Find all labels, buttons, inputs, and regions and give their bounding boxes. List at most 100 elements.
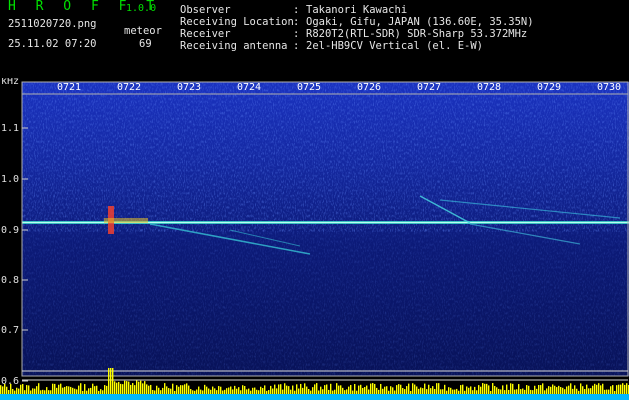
level-bar: [350, 384, 352, 394]
level-bar: [98, 390, 100, 394]
level-bar: [560, 387, 562, 394]
level-bar: [456, 388, 458, 394]
level-bar: [24, 390, 26, 394]
level-bar: [16, 387, 18, 394]
level-bar: [558, 385, 560, 394]
level-bar: [446, 390, 448, 394]
time-tick-label: 0726: [357, 82, 381, 93]
level-bar: [196, 389, 198, 394]
level-bar: [462, 384, 464, 394]
level-bar: [28, 385, 30, 394]
level-bar: [594, 383, 596, 394]
level-bar: [496, 387, 498, 394]
level-bar: [148, 385, 150, 394]
level-bar: [288, 386, 290, 394]
level-bar: [466, 386, 468, 394]
level-bar: [284, 383, 286, 394]
level-bar: [308, 389, 310, 394]
level-bar: [606, 389, 608, 394]
level-bar: [624, 384, 626, 394]
level-bar: [544, 390, 546, 394]
level-bar: [40, 390, 42, 394]
level-bar: [248, 388, 250, 394]
level-bar: [14, 390, 16, 394]
level-bar: [580, 383, 582, 394]
level-bar: [198, 386, 200, 394]
level-bar: [390, 386, 392, 394]
time-tick-label: 0722: [117, 82, 141, 93]
level-bar: [144, 381, 146, 394]
level-bar: [260, 386, 262, 394]
level-bar: [238, 387, 240, 394]
level-bar: [402, 388, 404, 394]
meteor-echo: [104, 218, 148, 223]
level-bar: [102, 390, 104, 394]
level-bar: [146, 384, 148, 394]
level-bar: [122, 384, 124, 394]
level-bar: [250, 390, 252, 394]
level-bar: [376, 387, 378, 394]
level-bar: [192, 390, 194, 394]
level-bar: [186, 383, 188, 394]
freq-tick-label: 0.9: [1, 225, 19, 236]
level-bar: [160, 390, 162, 394]
level-bar: [448, 387, 450, 394]
level-bar: [592, 385, 594, 394]
level-bar: [168, 388, 170, 394]
level-bar: [458, 390, 460, 394]
level-bar: [188, 385, 190, 394]
level-bar: [404, 389, 406, 394]
level-bar: [360, 384, 362, 394]
level-bar: [336, 383, 338, 394]
time-tick-label: 0728: [477, 82, 501, 93]
level-bar: [338, 385, 340, 394]
level-bar: [388, 390, 390, 394]
level-bar: [262, 388, 264, 394]
freq-tick-label: 0.7: [1, 325, 19, 336]
level-bar: [152, 389, 154, 394]
date-time: 25.11.02 07:20: [8, 38, 97, 50]
level-bar: [564, 389, 566, 394]
level-bar: [194, 390, 196, 394]
level-bar: [258, 390, 260, 394]
level-bar: [8, 390, 10, 394]
level-bar: [382, 388, 384, 394]
level-bar: [216, 390, 218, 394]
level-bar: [384, 386, 386, 394]
level-bar: [566, 386, 568, 394]
level-bar: [302, 387, 304, 394]
level-bar: [366, 385, 368, 394]
level-bar: [548, 386, 550, 394]
level-bar: [486, 383, 488, 394]
level-bar: [522, 388, 524, 394]
level-bar: [526, 385, 528, 394]
y-unit-label: kHz: [1, 78, 19, 87]
level-bar: [36, 386, 38, 394]
level-bar: [620, 384, 622, 394]
level-bar: [406, 386, 408, 394]
level-bar: [562, 387, 564, 394]
level-bar: [504, 390, 506, 394]
level-bar: [432, 386, 434, 394]
level-baseline: [0, 394, 629, 400]
level-bar: [490, 390, 492, 394]
level-bar: [392, 387, 394, 394]
level-bar: [232, 389, 234, 394]
level-bar: [212, 386, 214, 394]
level-bar: [600, 385, 602, 394]
level-bar: [12, 388, 14, 394]
level-bar: [508, 389, 510, 394]
level-bar: [426, 389, 428, 394]
time-tick-label: 0727: [417, 82, 441, 93]
noise-texture: [22, 228, 629, 376]
level-bar: [182, 385, 184, 394]
level-bar: [428, 384, 430, 394]
level-bar: [162, 387, 164, 394]
level-bar: [598, 383, 600, 394]
level-bar: [478, 385, 480, 394]
level-bar: [60, 383, 62, 394]
level-bar: [500, 389, 502, 394]
level-bar: [324, 385, 326, 394]
level-bar: [304, 383, 306, 394]
level-bar: [294, 390, 296, 394]
